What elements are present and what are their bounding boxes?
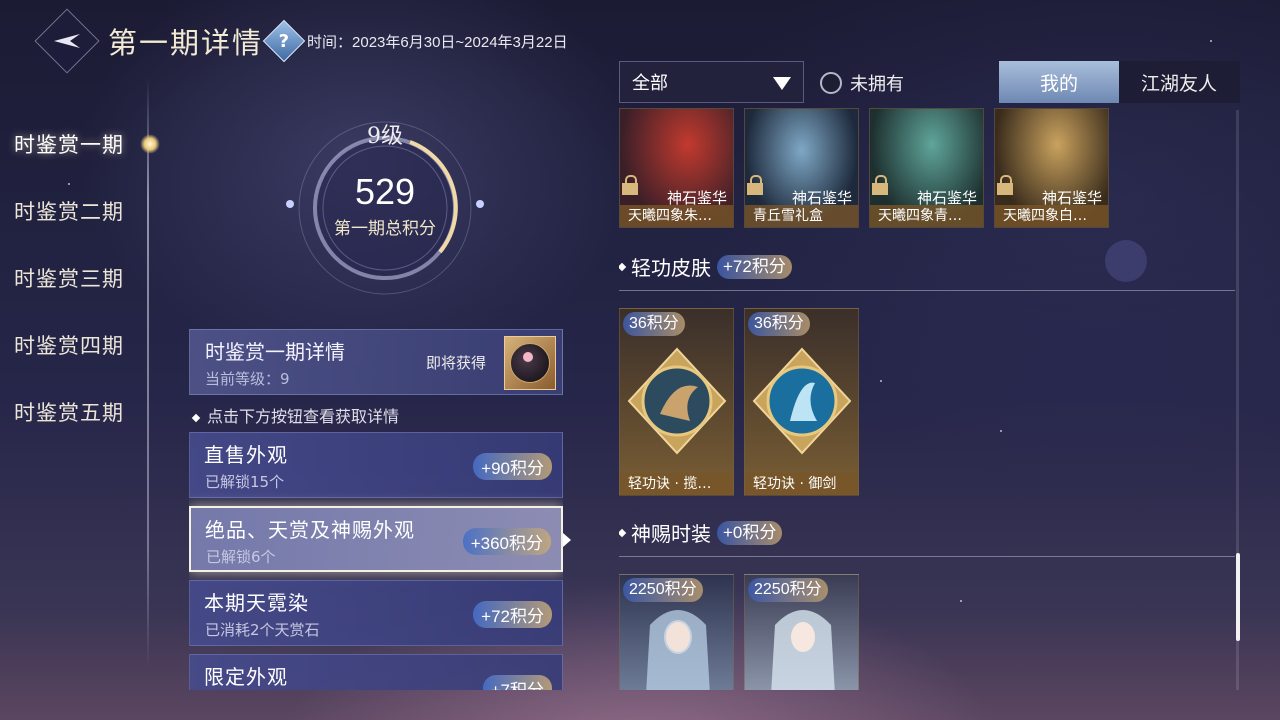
active-marker-icon — [140, 134, 160, 154]
upcoming-reward-item[interactable] — [504, 336, 556, 390]
category-limited[interactable]: 限定外观 +7积分 — [189, 654, 563, 690]
item-points: 2250积分 — [623, 578, 703, 602]
section-qinggong-header: 轻功皮肤 +72积分 — [619, 252, 792, 281]
total-score: 529 — [354, 171, 416, 212]
collection-item[interactable]: 神石鉴华 天曦四象朱… — [619, 108, 734, 228]
filter-selected-value: 全部 — [632, 73, 668, 94]
nav-item-period-5[interactable]: 时鉴赏五期 — [0, 386, 150, 453]
section-points-badge: +72积分 — [717, 254, 792, 279]
category-premium-outfits[interactable]: 绝品、天赏及神赐外观 已解锁6个 +360积分 — [189, 506, 563, 572]
section-shenci-header: 神赐时装 +0积分 — [619, 518, 783, 547]
nav-label: 时鉴赏三期 — [14, 267, 124, 291]
lock-icon — [622, 175, 638, 195]
points-badge: +72积分 — [473, 601, 552, 628]
nav-item-period-4[interactable]: 时鉴赏四期 — [0, 319, 150, 386]
section-divider — [619, 290, 1235, 291]
decorative-orb — [1105, 240, 1147, 282]
selected-arrow-icon — [563, 533, 571, 547]
qinggong-item[interactable]: 36积分 轻功诀 · 御剑 — [744, 308, 859, 496]
item-name: 天曦四象朱… — [620, 205, 733, 227]
nav-item-period-2[interactable]: 时鉴赏二期 — [0, 185, 150, 252]
nav-label: 时鉴赏二期 — [14, 200, 124, 224]
level-value: 9级 — [367, 124, 403, 149]
period-detail-card[interactable]: 时鉴赏一期详情 当前等级：9 即将获得 — [189, 329, 563, 395]
points-badge: +7积分 — [482, 675, 552, 690]
collection-item[interactable]: 神石鉴华 天曦四象白… — [994, 108, 1109, 228]
category-list: 直售外观 已解锁15个 +90积分 绝品、天赏及神赐外观 已解锁6个 +360积… — [189, 432, 563, 690]
outfit-item[interactable]: 2250积分 — [619, 574, 734, 690]
qinggong-emblem-icon — [752, 347, 852, 455]
item-row: 2250积分 2250积分 — [619, 574, 859, 690]
qinggong-item[interactable]: 36积分 轻功诀 · 揽… — [619, 308, 734, 496]
nav-label: 时鉴赏五期 — [14, 401, 124, 425]
back-arrow-icon — [54, 34, 80, 48]
current-level: 当前等级：9 — [205, 370, 290, 388]
category-status: 已消耗2个天赏石 — [205, 621, 320, 639]
filter-dropdown[interactable]: 全部 — [619, 61, 804, 103]
nav-item-period-3[interactable]: 时鉴赏三期 — [0, 252, 150, 319]
page-title: 第一期详情 — [108, 26, 264, 60]
scrollbar-thumb[interactable] — [1236, 553, 1240, 641]
item-name: 青丘雪礼盒 — [745, 205, 858, 227]
collection-item[interactable]: 神石鉴华 天曦四象青… — [869, 108, 984, 228]
section-title: 轻功皮肤 — [631, 256, 711, 280]
help-icon[interactable]: ? — [262, 19, 306, 63]
reward-orb-icon — [510, 343, 550, 383]
item-name: 轻功诀 · 御剑 — [745, 473, 858, 495]
chevron-down-icon — [773, 77, 791, 90]
collection-scroll-area[interactable]: 神石鉴华 天曦四象朱… 神石鉴华 青丘雪礼盒 神石鉴华 天曦四象青… 神石鉴华 … — [619, 108, 1239, 690]
nav-label: 时鉴赏四期 — [14, 334, 124, 358]
item-name: 天曦四象白… — [995, 205, 1108, 227]
category-direct-sale[interactable]: 直售外观 已解锁15个 +90积分 — [189, 432, 563, 498]
radio-icon[interactable] — [820, 72, 842, 94]
level-score-ring: 9级 529 第一期总积分 — [280, 116, 490, 296]
item-name: 轻功诀 · 揽… — [620, 473, 733, 495]
period-nav: 时鉴赏一期 时鉴赏二期 时鉴赏三期 时鉴赏四期 时鉴赏五期 — [0, 118, 160, 453]
section-title: 神赐时装 — [631, 522, 711, 546]
lock-icon — [997, 175, 1013, 195]
category-dye[interactable]: 本期天霓染 已消耗2个天赏石 +72积分 — [189, 580, 563, 646]
tab-friends[interactable]: 江湖友人 — [1119, 61, 1239, 103]
owner-tabs: 我的 江湖友人 — [999, 61, 1240, 103]
help-symbol: ? — [278, 30, 290, 52]
lock-icon — [872, 175, 888, 195]
time-range: 时间：2023年6月30日~2024年3月22日 — [307, 33, 568, 51]
item-points: 36积分 — [748, 312, 810, 336]
category-title: 绝品、天赏及神赐外观 — [205, 518, 415, 542]
item-points: 2250积分 — [748, 578, 828, 602]
hint-text: 点击下方按钮查看获取详情 — [193, 403, 399, 427]
total-score-label: 第一期总积分 — [334, 219, 436, 239]
nav-label: 时鉴赏一期 — [14, 133, 124, 157]
lock-icon — [747, 175, 763, 195]
outfit-item[interactable]: 2250积分 — [744, 574, 859, 690]
points-badge: +360积分 — [462, 528, 551, 555]
item-name: 天曦四象青… — [870, 205, 983, 227]
back-button[interactable] — [34, 8, 100, 74]
category-title: 直售外观 — [204, 443, 288, 467]
item-row: 神石鉴华 天曦四象朱… 神石鉴华 青丘雪礼盒 神石鉴华 天曦四象青… 神石鉴华 … — [619, 108, 1109, 228]
star-decoration — [1210, 40, 1212, 42]
section-points-badge: +0积分 — [717, 520, 783, 545]
tab-mine[interactable]: 我的 — [999, 61, 1119, 103]
category-status: 已解锁15个 — [205, 473, 285, 491]
upcoming-reward-label: 即将获得 — [426, 354, 487, 372]
nav-item-period-1[interactable]: 时鉴赏一期 — [0, 118, 160, 185]
collection-item[interactable]: 神石鉴华 青丘雪礼盒 — [744, 108, 859, 228]
item-row: 36积分 轻功诀 · 揽… 36积分 轻功诀 · 御剑 — [619, 308, 859, 496]
unowned-label: 未拥有 — [850, 74, 904, 95]
qinggong-emblem-icon — [627, 347, 727, 455]
category-title: 本期天霓染 — [204, 591, 309, 615]
item-points: 36积分 — [623, 312, 685, 336]
header: 第一期详情 ? 时间：2023年6月30日~2024年3月22日 — [34, 8, 568, 74]
section-divider — [619, 556, 1235, 557]
unowned-toggle[interactable]: 未拥有 — [820, 70, 904, 96]
category-status: 已解锁6个 — [206, 548, 276, 566]
points-badge: +90积分 — [473, 453, 552, 480]
category-title: 限定外观 — [204, 665, 288, 689]
detail-title: 时鉴赏一期详情 — [205, 340, 345, 364]
